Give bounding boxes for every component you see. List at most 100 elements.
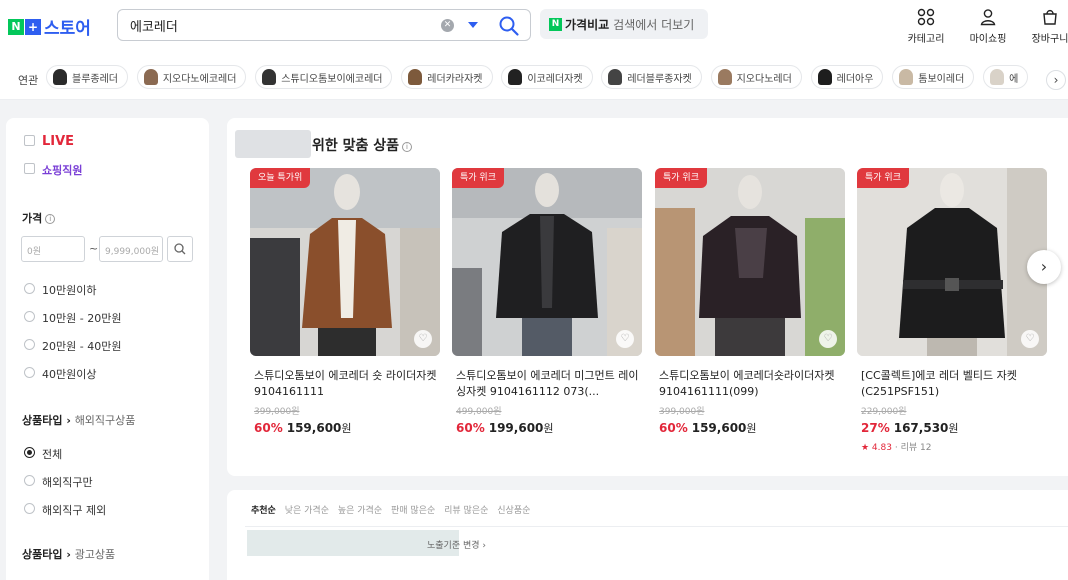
my-shopping-label: 마이쇼핑	[969, 34, 1007, 45]
product-type-title-text: 상품타입	[22, 414, 63, 427]
price-option-radio[interactable]	[24, 367, 35, 378]
product-name[interactable]: 스튜디오톰보이 에코레더 미그먼트 레이싱자켓 9104161112 073(.…	[456, 368, 642, 400]
logo-text: 스토어	[44, 19, 91, 39]
related-next-button[interactable]: ›	[1046, 70, 1066, 90]
related-chip[interactable]: 에	[983, 65, 1029, 89]
product-card[interactable]: 특가 위크 ♡ [CC콜렉트]에코 레더 벨티드 자켓(C251PSF151) …	[857, 168, 1047, 453]
search-icon[interactable]	[498, 15, 520, 37]
ad-type-title[interactable]: 상품타입 › 광고상품	[22, 546, 115, 562]
product-image[interactable]: 특가 위크 ♡	[452, 168, 642, 356]
top-header: N + 스토어 ✕ N 가격비교 검색에서 더보기 카테고리 마이쇼핑 장바구니	[0, 0, 1068, 56]
related-chip[interactable]: 톰보이레더	[892, 65, 975, 89]
recommendation-title: 위한 맞춤 상품 i	[312, 135, 413, 155]
price-search-button[interactable]	[167, 236, 193, 262]
carousel-next-button[interactable]: ›	[1027, 250, 1061, 284]
exposure-change-link[interactable]: 변경 ›	[463, 541, 486, 551]
related-label: 연관	[18, 74, 39, 87]
product-name[interactable]: 스튜디오톰보이 에코레더 숏 라이더자켓 9104161111	[254, 368, 440, 400]
chip-thumbnail	[899, 69, 914, 85]
related-chip[interactable]: 지오다노레더	[710, 65, 802, 89]
price-unit: 원	[543, 422, 554, 435]
chip-label: 에	[1009, 73, 1019, 85]
product-type-radio[interactable]	[24, 503, 35, 514]
price-option-radio[interactable]	[24, 283, 35, 294]
chip-label: 스튜디오톰보이에코레더	[281, 73, 383, 85]
price-option-radio[interactable]	[24, 311, 35, 322]
sort-options: 추천순 낮은 가격순 높은 가격순 판매 많은순 리뷰 많은순 신상품순	[251, 503, 536, 516]
heart-icon[interactable]: ♡	[616, 330, 634, 348]
product-name[interactable]: [CC콜렉트]에코 레더 벨티드 자켓(C251PSF151)	[861, 368, 1047, 400]
rating-row: ★ 4.83 · 리뷰 12	[861, 443, 932, 453]
sort-option[interactable]: 추천순	[251, 506, 276, 516]
sale-badge: 특가 위크	[655, 168, 707, 188]
info-icon[interactable]: i	[45, 214, 56, 224]
heart-icon[interactable]: ♡	[414, 330, 432, 348]
chip-thumbnail	[143, 69, 158, 85]
price-option-radio[interactable]	[24, 339, 35, 350]
sort-option[interactable]: 낮은 가격순	[285, 506, 329, 516]
info-icon[interactable]: i	[402, 142, 413, 152]
product-type-radio-selected[interactable]	[24, 447, 35, 458]
person-icon	[980, 9, 996, 26]
product-card[interactable]: 특가 위크 ♡ 스튜디오톰보이 에코레더숏라이더자켓9104161111(099…	[655, 168, 845, 435]
discount-rate: 27%	[861, 421, 890, 435]
heart-icon[interactable]: ♡	[819, 330, 837, 348]
chip-label: 지오다노레더	[736, 73, 792, 85]
related-chip[interactable]: 레더아우	[810, 65, 884, 89]
exposure-criteria-text: 노출기준	[427, 541, 461, 551]
sort-option[interactable]: 리뷰 많은순	[444, 506, 488, 516]
related-chip[interactable]: 블루종레더	[46, 65, 128, 89]
search-input[interactable]	[130, 16, 430, 34]
related-chip[interactable]: 레더블루종자켓	[601, 65, 702, 89]
category-button[interactable]: 카테고리	[902, 8, 950, 45]
discount-rate: 60%	[254, 421, 283, 435]
price-option-label: 40만원이상	[42, 368, 97, 381]
related-chip[interactable]: 지오다노에코레더	[136, 65, 247, 89]
price-unit: 원	[746, 422, 757, 435]
price-min-input[interactable]: 0원	[21, 236, 85, 262]
search-box: ✕	[117, 9, 531, 41]
product-name[interactable]: 스튜디오톰보이 에코레더숏라이더자켓9104161111(099)	[659, 368, 845, 400]
shopping-checkbox[interactable]	[24, 163, 35, 174]
sort-option[interactable]: 판매 많은순	[391, 506, 435, 516]
blurred-username	[235, 130, 311, 158]
review-count[interactable]: 리뷰 12	[901, 443, 932, 453]
category-label: 카테고리	[907, 34, 945, 45]
price-max-input[interactable]: 9,999,000원	[99, 236, 163, 262]
product-card[interactable]: 오늘 특가위 ♡ 스튜디오톰보이 에코레더 숏 라이더자켓 9104161111…	[250, 168, 440, 435]
chip-label: 지오다노에코레더	[162, 73, 237, 85]
chevron-down-icon[interactable]	[468, 22, 478, 28]
related-chip[interactable]: 이코레더자켓	[501, 65, 593, 89]
chip-label: 블루종레더	[72, 73, 118, 85]
product-image[interactable]: 특가 위크 ♡	[857, 168, 1047, 356]
chip-label: 톰보이레더	[918, 73, 965, 85]
chip-thumbnail	[508, 69, 523, 85]
sort-bar: 추천순 낮은 가격순 높은 가격순 판매 많은순 리뷰 많은순 신상품순 노출기…	[227, 490, 1068, 580]
product-image[interactable]: 오늘 특가위 ♡	[250, 168, 440, 356]
product-type-option-label: 전체	[42, 448, 63, 461]
related-chip[interactable]: 레더카라자켓	[401, 65, 493, 89]
dark-rider-jacket-photo	[655, 168, 845, 356]
chip-label: 이코레더자켓	[527, 73, 583, 85]
clear-icon[interactable]: ✕	[441, 19, 454, 32]
chip-thumbnail	[990, 69, 1005, 85]
live-checkbox[interactable]	[24, 135, 35, 146]
my-shopping-button[interactable]: 마이쇼핑	[964, 8, 1012, 45]
discount-rate: 60%	[456, 421, 485, 435]
ad-type-title-text: 상품타입	[22, 548, 63, 561]
cart-button[interactable]: 장바구니	[1026, 8, 1068, 45]
sort-option[interactable]: 높은 가격순	[338, 506, 382, 516]
category-icon	[917, 8, 935, 26]
product-type-radio[interactable]	[24, 475, 35, 486]
product-type-title[interactable]: 상품타입 › 해외직구상품	[22, 412, 135, 428]
original-price: 399,000원	[254, 407, 300, 417]
heart-icon[interactable]: ♡	[1021, 330, 1039, 348]
chip-thumbnail	[717, 69, 732, 85]
related-chip[interactable]: 스튜디오톰보이에코레더	[255, 65, 393, 89]
naver-plus-store-logo[interactable]: N + 스토어	[8, 14, 91, 39]
product-image[interactable]: 특가 위크 ♡	[655, 168, 845, 356]
sort-option[interactable]: 신상품순	[497, 506, 530, 516]
product-card[interactable]: 특가 위크 ♡ 스튜디오톰보이 에코레더 미그먼트 레이싱자켓 91041611…	[452, 168, 642, 435]
divider	[245, 526, 1068, 527]
price-compare-button[interactable]: N 가격비교 검색에서 더보기	[540, 9, 708, 39]
